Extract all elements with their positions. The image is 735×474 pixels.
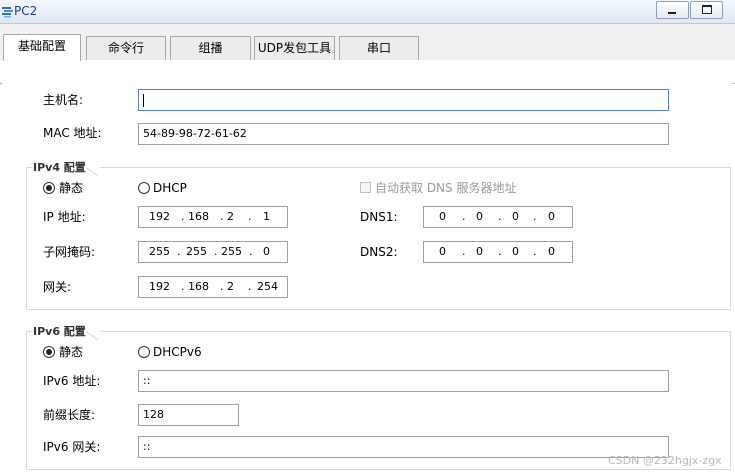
hostname-label: 主机名: bbox=[43, 93, 84, 107]
gateway-octet: 192 bbox=[149, 280, 170, 293]
ipv6-dhcp-label: DHCPv6 bbox=[153, 345, 202, 359]
tab-bar: 基础配置 命令行 组播 UDP发包工具 串口 bbox=[0, 24, 735, 84]
ipv4-group-title: IPv4 配置 bbox=[33, 161, 100, 175]
dns1-octet: 0 bbox=[476, 210, 483, 223]
tab-serial[interactable]: 串口 bbox=[339, 36, 419, 60]
gateway-octet: 254 bbox=[257, 280, 278, 293]
minimize-icon bbox=[668, 12, 676, 14]
ipv6-address-label: IPv6 地址: bbox=[43, 374, 101, 388]
dns2-octet: 0 bbox=[512, 245, 519, 258]
ipv6-address-field[interactable]: :: bbox=[138, 370, 669, 392]
dns2-octet: 0 bbox=[439, 245, 446, 258]
dns2-field[interactable]: 0. 0. 0. 0 bbox=[423, 241, 573, 263]
ipv6-static-label: 静态 bbox=[59, 345, 84, 359]
gateway-field[interactable]: 192. 168. 2. 254 bbox=[138, 276, 288, 298]
ip-dot: . bbox=[220, 280, 224, 293]
ip-dot: . bbox=[248, 210, 252, 223]
ipv6-static-radio[interactable] bbox=[43, 346, 55, 358]
dns1-label: DNS1: bbox=[360, 210, 398, 224]
subnet-mask-label: 子网掩码: bbox=[43, 245, 96, 259]
ipv4-static-label: 静态 bbox=[59, 181, 84, 195]
ipv6-dhcp-radio[interactable] bbox=[138, 346, 150, 358]
gateway-octet: 2 bbox=[227, 280, 234, 293]
dns1-field[interactable]: 0. 0. 0. 0 bbox=[423, 206, 573, 228]
ip-address-field[interactable]: 192. 168. 2. 1 bbox=[138, 206, 288, 228]
mask-octet: 0 bbox=[263, 245, 270, 258]
tab-udp-tool[interactable]: UDP发包工具 bbox=[254, 36, 335, 60]
ip-dot: . bbox=[220, 210, 224, 223]
minimize-button[interactable] bbox=[656, 1, 689, 19]
dns2-label: DNS2: bbox=[360, 245, 398, 259]
title-bar: PC2 bbox=[0, 0, 735, 24]
ip-dot: . bbox=[181, 280, 185, 293]
dns1-octet: 0 bbox=[439, 210, 446, 223]
ipv6-gateway-label: IPv6 网关: bbox=[43, 440, 101, 454]
ip-octet: 168 bbox=[188, 210, 209, 223]
tab-basic-config[interactable]: 基础配置 bbox=[3, 34, 81, 61]
ipv4-dhcp-radio[interactable] bbox=[138, 182, 150, 194]
tab-multicast[interactable]: 组播 bbox=[170, 36, 251, 60]
ip-octet: 2 bbox=[227, 210, 234, 223]
ip-dot: . bbox=[498, 245, 502, 258]
subnet-mask-field[interactable]: 255. 255. 255. 0 bbox=[138, 241, 288, 263]
dns2-octet: 0 bbox=[476, 245, 483, 258]
ip-dot: . bbox=[498, 210, 502, 223]
ip-dot: . bbox=[533, 245, 537, 258]
ip-octet: 1 bbox=[263, 210, 270, 223]
ip-dot: . bbox=[177, 245, 181, 258]
dns1-octet: 0 bbox=[512, 210, 519, 223]
mask-octet: 255 bbox=[221, 245, 242, 258]
maximize-icon bbox=[702, 5, 712, 14]
ip-dot: . bbox=[181, 210, 185, 223]
auto-dns-label: 自动获取 DNS 服务器地址 bbox=[375, 181, 517, 195]
ip-dot: . bbox=[248, 280, 252, 293]
gateway-octet: 168 bbox=[188, 280, 209, 293]
mac-label: MAC 地址: bbox=[43, 126, 102, 140]
dns1-octet: 0 bbox=[548, 210, 555, 223]
dns2-octet: 0 bbox=[548, 245, 555, 258]
watermark-text: CSDN @232hgjx-zgx bbox=[608, 454, 722, 467]
ip-dot: . bbox=[249, 245, 253, 258]
ipv6-group-title: IPv6 配置 bbox=[33, 325, 100, 339]
ip-dot: . bbox=[214, 245, 218, 258]
ip-octet: 192 bbox=[149, 210, 170, 223]
ip-dot: . bbox=[462, 245, 466, 258]
window-title: PC2 bbox=[14, 4, 38, 18]
ipv6-gateway-field[interactable]: :: bbox=[138, 436, 669, 458]
text-caret bbox=[143, 94, 144, 107]
hostname-input[interactable] bbox=[138, 89, 669, 111]
network-pc-icon bbox=[2, 7, 13, 18]
prefix-length-field[interactable]: 128 bbox=[138, 404, 239, 426]
tab-command-line[interactable]: 命令行 bbox=[86, 36, 166, 60]
ipv4-static-radio[interactable] bbox=[43, 182, 55, 194]
prefix-length-label: 前缀长度: bbox=[43, 408, 96, 422]
ip-dot: . bbox=[533, 210, 537, 223]
mac-address-field[interactable]: 54-89-98-72-61-62 bbox=[138, 123, 669, 145]
ip-address-label: IP 地址: bbox=[43, 210, 86, 224]
maximize-button[interactable] bbox=[690, 1, 723, 19]
auto-dns-checkbox[interactable] bbox=[360, 182, 371, 193]
gateway-label: 网关: bbox=[43, 280, 72, 294]
mask-octet: 255 bbox=[149, 245, 170, 258]
ipv4-dhcp-label: DHCP bbox=[153, 181, 187, 195]
mask-octet: 255 bbox=[186, 245, 207, 258]
ip-dot: . bbox=[462, 210, 466, 223]
